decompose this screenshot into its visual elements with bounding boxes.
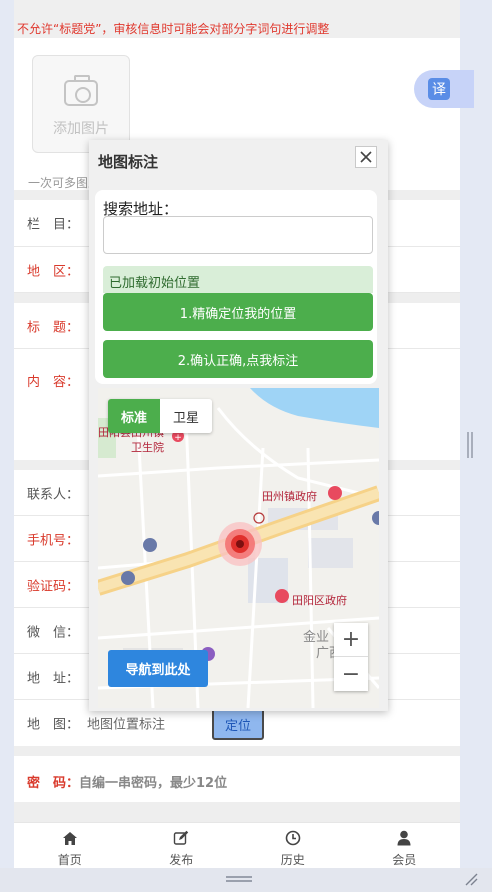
- password-label: 密 码：: [27, 776, 80, 791]
- title-label: 标 题：: [27, 320, 80, 335]
- confirm-mark-button[interactable]: 2.确认正确,点我标注: [103, 340, 373, 378]
- edit-icon: [173, 828, 189, 848]
- map-type-standard[interactable]: 标准: [108, 399, 160, 433]
- locate-me-button[interactable]: 1.精确定位我的位置: [103, 293, 373, 331]
- map-value: 地图位置标注: [87, 717, 166, 733]
- bottom-tabbar: 首页 发布 历史 会员: [14, 822, 460, 868]
- address-label: 地 址：: [27, 671, 80, 686]
- phone-label: 手机号：: [27, 533, 80, 548]
- home-icon: [62, 828, 78, 848]
- locate-button[interactable]: 定位: [212, 708, 264, 740]
- divider: [14, 802, 460, 822]
- svg-text:+: +: [174, 433, 182, 443]
- tab-member[interactable]: 会员: [349, 823, 461, 868]
- map-label: 地 图：: [27, 717, 80, 733]
- user-icon: [397, 828, 411, 848]
- dialog-title: 地图标注: [98, 153, 159, 171]
- zoom-out-button[interactable]: −: [334, 657, 368, 691]
- grip-icon[interactable]: [226, 876, 252, 882]
- map-type-satellite[interactable]: 卫星: [160, 399, 212, 433]
- close-button[interactable]: [355, 146, 377, 168]
- column-label: 栏 目：: [27, 217, 80, 233]
- map-poi-town-gov: 田州镇政府: [262, 490, 317, 503]
- clock-icon: [285, 828, 301, 848]
- tab-history-label: 历史: [280, 853, 305, 867]
- add-photo-button[interactable]: 添加图片: [32, 55, 130, 153]
- drag-handle[interactable]: [467, 432, 473, 458]
- zoom-in-button[interactable]: +: [334, 623, 368, 657]
- password-field[interactable]: 密 码：自编一串密码，最少12位: [27, 772, 227, 791]
- translate-icon: 译: [428, 78, 450, 100]
- status-message: 已加载初始位置: [103, 266, 373, 293]
- camera-icon: [64, 75, 98, 106]
- region-label: 地 区：: [27, 264, 80, 279]
- tab-history[interactable]: 历史: [237, 823, 349, 868]
- add-photo-label: 添加图片: [53, 121, 109, 137]
- zoom-control: + −: [334, 623, 368, 691]
- search-panel: 搜索地址： 已加载初始位置 1.精确定位我的位置 2.确认正确,点我标注: [95, 190, 377, 384]
- map-view[interactable]: + 田阳县田州镇 卫生院 田州镇政府 田阳区政府 金业 广西 标准 卫星 导航到…: [98, 388, 379, 708]
- tab-home-label: 首页: [57, 853, 82, 867]
- wechat-label: 微 信：: [27, 625, 80, 640]
- close-icon: [360, 151, 372, 163]
- navigate-button[interactable]: 导航到此处: [108, 650, 208, 687]
- translate-button[interactable]: 译: [414, 70, 474, 108]
- captcha-label: 验证码：: [27, 579, 80, 594]
- notice-bar: 不允许“标题党”，审核信息时可能会对部分字词句进行调整: [14, 0, 460, 38]
- map-poi-district-gov: 田阳区政府: [292, 594, 347, 607]
- map-poi-hospital-2: 卫生院: [131, 441, 164, 454]
- tab-publish[interactable]: 发布: [126, 823, 238, 868]
- tab-home[interactable]: 首页: [14, 823, 126, 868]
- window-bottom-strip: [0, 868, 492, 892]
- resize-icon[interactable]: [464, 872, 478, 886]
- map-type-switch: 标准 卫星: [108, 399, 212, 433]
- map-annotation-dialog: 地图标注 搜索地址： 已加载初始位置 1.精确定位我的位置 2.确认正确,点我标…: [89, 140, 388, 711]
- tab-member-label: 会员: [392, 853, 417, 867]
- contact-label: 联系人：: [27, 487, 80, 502]
- search-input[interactable]: [103, 216, 373, 254]
- tab-publish-label: 发布: [169, 853, 194, 867]
- password-placeholder: 自编一串密码，最少12位: [79, 776, 228, 791]
- content-label: 内 容：: [27, 375, 80, 390]
- divider: [14, 746, 460, 756]
